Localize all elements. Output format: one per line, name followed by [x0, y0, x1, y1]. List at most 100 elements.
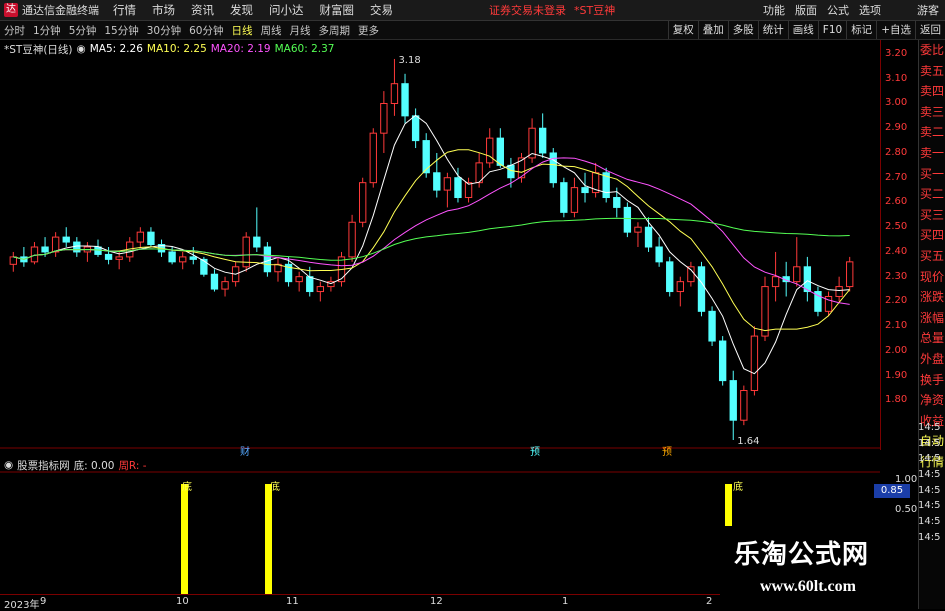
period-fenshi[interactable]: 分时: [4, 23, 25, 38]
menu-banmian[interactable]: 版面: [795, 2, 817, 18]
candle-body[interactable]: [115, 256, 123, 260]
menu-wenxiaoda[interactable]: 问小达: [269, 2, 304, 18]
candle-body[interactable]: [718, 340, 727, 382]
candle-body[interactable]: [30, 246, 39, 263]
tool-fanhui[interactable]: 返回: [915, 21, 945, 39]
candle-body[interactable]: [549, 152, 557, 184]
candle-body[interactable]: [104, 253, 113, 260]
period-multi[interactable]: 多周期: [319, 23, 351, 38]
candle-body[interactable]: [200, 258, 208, 275]
candle-body[interactable]: [708, 310, 716, 342]
candle-body[interactable]: [369, 132, 377, 184]
candle-body[interactable]: [348, 221, 356, 258]
candle-body[interactable]: [168, 251, 176, 263]
candle-body[interactable]: [613, 197, 621, 208]
candle-body[interactable]: [454, 177, 462, 199]
candle-body[interactable]: [94, 246, 102, 255]
tool-duogu[interactable]: 多股: [727, 21, 758, 39]
menu-xuanxiang[interactable]: 选项: [859, 2, 881, 18]
candle-body[interactable]: [486, 137, 494, 164]
candle-body[interactable]: [179, 256, 187, 263]
candle-body[interactable]: [62, 236, 70, 243]
candle-body[interactable]: [433, 172, 441, 191]
candle-body[interactable]: [221, 281, 229, 290]
period-daily[interactable]: 日线: [232, 23, 253, 38]
sub-indicator-name[interactable]: 股票指标网: [17, 458, 70, 473]
candle-body[interactable]: [136, 231, 145, 243]
user-guest[interactable]: 游客: [917, 2, 939, 18]
candle-body[interactable]: [401, 83, 409, 117]
candle-body[interactable]: [253, 236, 261, 248]
period-15min[interactable]: 15分钟: [104, 23, 138, 38]
candle-body[interactable]: [655, 246, 663, 263]
candle-body[interactable]: [687, 266, 695, 283]
menu-caifuquan[interactable]: 财富圈: [320, 2, 355, 18]
period-weekly[interactable]: 周线: [261, 23, 282, 38]
candle-body[interactable]: [189, 256, 197, 260]
menu-faxian[interactable]: 发现: [230, 2, 253, 18]
menu-gongshi[interactable]: 公式: [827, 2, 849, 18]
candle-body[interactable]: [740, 390, 748, 421]
tool-fuquan[interactable]: 复权: [667, 21, 698, 39]
candle-body[interactable]: [380, 102, 388, 134]
candle-body[interactable]: [729, 380, 737, 421]
candle-body[interactable]: [581, 187, 589, 194]
candle-body[interactable]: [51, 236, 60, 253]
candle-body[interactable]: [443, 177, 452, 191]
candle-body[interactable]: [316, 286, 325, 293]
legend-toggle-icon[interactable]: ◉: [77, 43, 86, 55]
period-60min[interactable]: 60分钟: [189, 23, 223, 38]
candle-body[interactable]: [41, 246, 49, 253]
candle-body[interactable]: [147, 231, 155, 246]
candle-body[interactable]: [390, 83, 399, 104]
kline-chart[interactable]: 3.18 1.64 财 预 预 底 底 底: [0, 40, 880, 594]
candle-body[interactable]: [411, 115, 420, 142]
price-tick: 2.10: [885, 320, 908, 332]
candle-body[interactable]: [496, 137, 504, 166]
tool-biaoji[interactable]: 标记: [846, 21, 876, 39]
candle-body[interactable]: [306, 276, 314, 293]
tool-f10[interactable]: F10: [817, 21, 846, 39]
candle-body[interactable]: [634, 226, 642, 233]
candle-body[interactable]: [560, 182, 568, 213]
menu-hangqing[interactable]: 行情: [113, 2, 136, 18]
candle-body[interactable]: [295, 276, 303, 283]
candle-body[interactable]: [263, 246, 272, 273]
menu-jiaoyi[interactable]: 交易: [370, 2, 393, 18]
candle-body[interactable]: [676, 281, 684, 293]
candle-body[interactable]: [210, 273, 219, 290]
candle-body[interactable]: [803, 266, 812, 293]
candle-body[interactable]: [9, 256, 17, 265]
login-status[interactable]: 证券交易未登录: [489, 2, 566, 18]
candle-body[interactable]: [359, 182, 367, 223]
candle-body[interactable]: [623, 206, 632, 233]
menu-gongneng[interactable]: 功能: [763, 2, 785, 18]
candle-body[interactable]: [644, 226, 653, 248]
menu-shichang[interactable]: 市场: [152, 2, 175, 18]
candle-body[interactable]: [538, 127, 547, 154]
candle-body[interactable]: [666, 261, 674, 293]
sub-toggle-icon[interactable]: ◉: [4, 459, 13, 471]
candle-body[interactable]: [464, 182, 473, 199]
menu-zixun[interactable]: 资讯: [191, 2, 214, 18]
period-1min[interactable]: 1分钟: [33, 23, 61, 38]
candle-body[interactable]: [761, 286, 769, 337]
tool-huaxian[interactable]: 画线: [787, 21, 818, 39]
candle-body[interactable]: [697, 266, 706, 312]
period-30min[interactable]: 30分钟: [147, 23, 181, 38]
candle-body[interactable]: [793, 266, 801, 283]
period-5min[interactable]: 5分钟: [69, 23, 97, 38]
candle-body[interactable]: [846, 261, 854, 288]
candle-body[interactable]: [507, 164, 515, 179]
candle-body[interactable]: [750, 335, 759, 392]
tool-zixuan[interactable]: +自选: [876, 21, 915, 39]
tool-diejia[interactable]: 叠加: [697, 21, 728, 39]
current-stock-name: *ST豆神: [574, 4, 616, 17]
tool-tongji[interactable]: 统计: [757, 21, 788, 39]
candle-body[interactable]: [73, 241, 81, 253]
candle-body[interactable]: [771, 276, 780, 288]
candle-body[interactable]: [835, 286, 843, 297]
period-monthly[interactable]: 月线: [290, 23, 311, 38]
period-more[interactable]: 更多: [358, 23, 379, 38]
candle-body[interactable]: [570, 187, 579, 213]
